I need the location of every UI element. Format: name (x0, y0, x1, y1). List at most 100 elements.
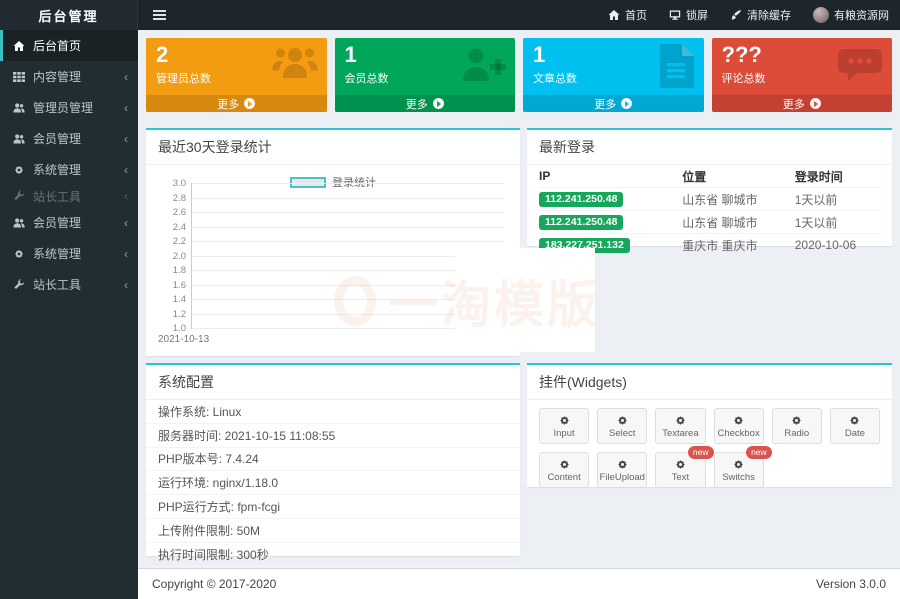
y-tick-label: 2.8 (158, 193, 186, 204)
y-tick-label: 1.6 (158, 280, 186, 291)
chevron-left-icon: ‹ (124, 70, 128, 84)
panel-title: 最近30天登录统计 (146, 130, 520, 165)
nav-item-lock-screen[interactable]: 锁屏 (658, 0, 719, 30)
sidebar-nav: 后台首页 内容管理 ‹ 管理员管理 ‹ 会员管理 ‹ 系统管理 ‹ 站长工具 ‹… (0, 30, 138, 599)
document-icon (656, 43, 696, 89)
latest-login-panel: 最新登录 IP 位置 登录时间 112.241.250.48 山东省 聊城市 1… (527, 128, 892, 246)
nav-item-home[interactable]: 首页 (597, 0, 658, 30)
widget-button-date[interactable]: Date (830, 408, 880, 444)
home-icon (608, 9, 620, 21)
y-tick-label: 2.0 (158, 251, 186, 262)
hamburger-icon (153, 10, 166, 12)
more-link[interactable]: 更多 (146, 95, 327, 112)
arrow-circle-right-icon (621, 98, 632, 109)
username-label: 有粮资源网 (834, 7, 889, 23)
chevron-left-icon: ‹ (124, 216, 128, 230)
chevron-left-icon: ‹ (124, 132, 128, 146)
widget-button-fileupload[interactable]: FileUpload (597, 452, 647, 488)
ip-badge: 112.241.250.48 (539, 192, 623, 208)
y-tick-label: 1.8 (158, 265, 186, 276)
top-navbar: 后台管理 首页 锁屏 清除缓存 有粮资源网 (0, 0, 900, 30)
config-row: 操作系统: Linux (146, 400, 520, 424)
nav-item-label: 锁屏 (686, 7, 708, 23)
widgets-grid: Input Select Textarea Checkbox Radio Dat… (527, 400, 892, 496)
col-header-ip: IP (539, 169, 682, 183)
grid-icon (13, 71, 25, 83)
sidebar-item-label: 管理员管理 (33, 99, 93, 116)
widget-button-switchs[interactable]: new Switchs (714, 452, 764, 488)
gear-icon (674, 458, 687, 471)
system-config-panel: 系统配置 操作系统: Linux 服务器时间: 2021-10-15 11:08… (146, 363, 520, 556)
y-tick-label: 2.2 (158, 236, 186, 247)
widget-button-input[interactable]: Input (539, 408, 589, 444)
users-icon (13, 102, 25, 114)
nav-item-user-account[interactable]: 有粮资源网 (802, 0, 900, 30)
time-cell: 2020-10-06 (795, 238, 880, 252)
sidebar-item-webmaster-tools-2[interactable]: 站长工具 ‹ (0, 269, 138, 300)
navbar-menu: 首页 锁屏 清除缓存 有粮资源网 (597, 0, 900, 30)
main-content: 2 管理员总数 更多 1 会员总数 更多 1 文章总数 (138, 30, 900, 599)
widget-button-select[interactable]: Select (597, 408, 647, 444)
widget-button-text[interactable]: new Text (655, 452, 705, 488)
table-header-row: IP 位置 登录时间 (539, 165, 880, 187)
stat-card-articles: 1 文章总数 更多 (523, 38, 704, 112)
panel-title: 挂件(Widgets) (527, 365, 892, 400)
user-avatar (813, 7, 829, 23)
gear-icon (616, 458, 629, 471)
col-header-location: 位置 (682, 168, 795, 185)
sidebar-item-member-mgmt[interactable]: 会员管理 ‹ (0, 123, 138, 154)
comments-icon (836, 43, 884, 87)
gear-icon (13, 164, 25, 176)
sidebar-toggle-button[interactable] (138, 0, 181, 30)
more-link[interactable]: 更多 (712, 95, 893, 112)
sidebar-item-dashboard[interactable]: 后台首页 (0, 30, 138, 61)
location-cell: 山东省 聊城市 (682, 214, 795, 231)
page-footer: Copyright © 2017-2020 Version 3.0.0 (138, 568, 900, 599)
sidebar-item-label: 会员管理 (33, 130, 81, 147)
wrench-icon (13, 190, 25, 202)
nav-item-clear-cache[interactable]: 清除缓存 (719, 0, 802, 30)
table-row: 112.241.250.48 山东省 聊城市 1天以前 (539, 210, 880, 233)
gear-icon (558, 458, 571, 471)
more-link[interactable]: 更多 (523, 95, 704, 112)
chevron-left-icon: ‹ (124, 189, 128, 203)
gear-icon (732, 414, 745, 427)
sidebar-item-label: 系统管理 (33, 245, 81, 262)
chevron-left-icon: ‹ (124, 163, 128, 177)
time-cell: 1天以前 (795, 191, 880, 208)
widget-button-content[interactable]: Content (539, 452, 589, 488)
home-icon (13, 40, 25, 52)
gear-icon (790, 414, 803, 427)
sidebar-item-member-mgmt-2[interactable]: 会员管理 ‹ (0, 207, 138, 238)
y-tick-label: 2.6 (158, 207, 186, 218)
stat-cards-row: 2 管理员总数 更多 1 会员总数 更多 1 文章总数 (146, 38, 892, 112)
lock-screen-icon (669, 9, 681, 21)
sidebar-item-system-mgmt[interactable]: 系统管理 ‹ (0, 154, 138, 185)
sidebar-item-webmaster-tools[interactable]: 站长工具 ‹ (0, 185, 138, 207)
arrow-circle-right-icon (810, 98, 821, 109)
wrench-icon (13, 279, 25, 291)
sidebar-item-label: 系统管理 (33, 161, 81, 178)
sidebar-item-label: 后台首页 (33, 37, 81, 54)
y-tick-label: 1.2 (158, 309, 186, 320)
ip-badge: 112.241.250.48 (539, 215, 623, 231)
clear-cache-icon (730, 9, 742, 21)
gear-icon (848, 414, 861, 427)
sidebar-item-admin-mgmt[interactable]: 管理员管理 ‹ (0, 92, 138, 123)
users-group-icon (271, 43, 319, 87)
widget-button-textarea[interactable]: Textarea (655, 408, 705, 444)
widget-button-checkbox[interactable]: Checkbox (714, 408, 764, 444)
new-badge: new (746, 446, 772, 459)
user-plus-icon (459, 43, 507, 87)
version-text: Version 3.0.0 (816, 577, 886, 591)
sidebar-item-content-mgmt[interactable]: 内容管理 ‹ (0, 61, 138, 92)
panel-title: 最新登录 (527, 130, 892, 165)
more-link[interactable]: 更多 (335, 95, 516, 112)
nav-item-label: 首页 (625, 7, 647, 23)
brand-logo[interactable]: 后台管理 (0, 0, 138, 30)
copyright-text: Copyright © 2017-2020 (152, 577, 276, 591)
widgets-panel: 挂件(Widgets) Input Select Textarea Checkb… (527, 363, 892, 487)
table-row: 112.241.250.48 山东省 聊城市 1天以前 (539, 187, 880, 210)
widget-button-radio[interactable]: Radio (772, 408, 822, 444)
sidebar-item-system-mgmt-2[interactable]: 系统管理 ‹ (0, 238, 138, 269)
